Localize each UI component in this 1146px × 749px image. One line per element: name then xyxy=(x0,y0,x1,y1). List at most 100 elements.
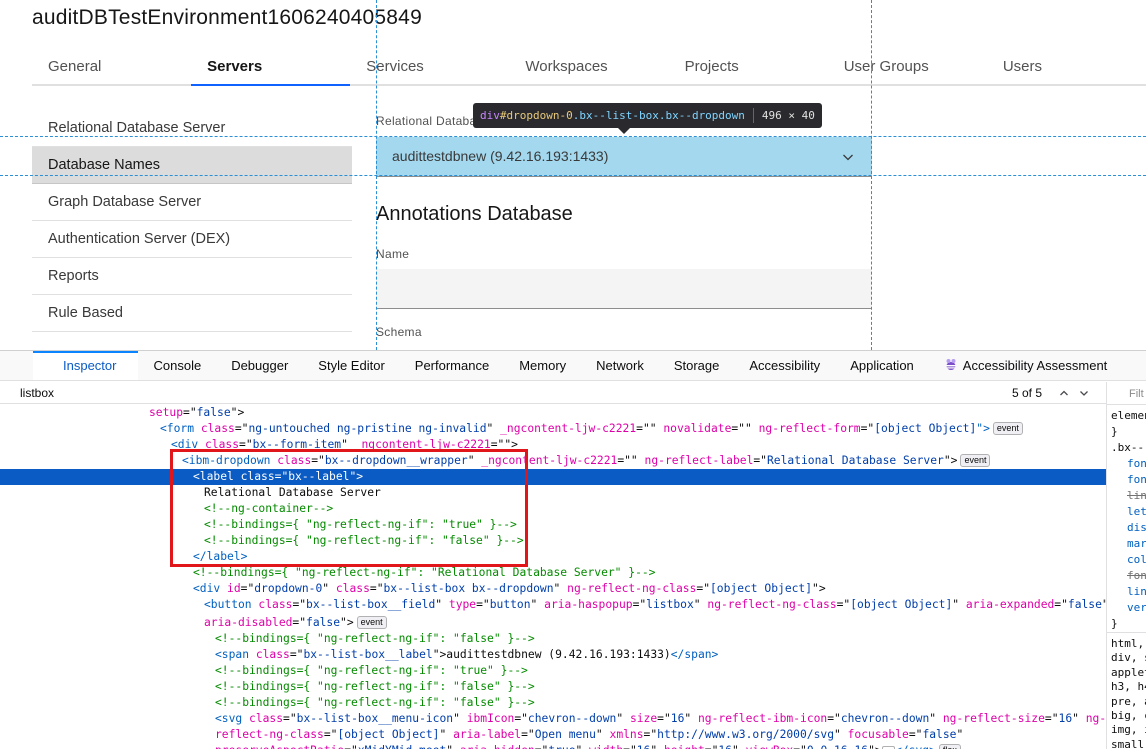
markup-token: ng-reflect-form xyxy=(758,422,861,435)
markup-token: setup xyxy=(149,406,184,419)
chevron-up-icon[interactable] xyxy=(1058,387,1070,399)
markup-line[interactable]: <div class="bx--form-item" _ngcontent-lj… xyxy=(0,437,1106,453)
sidenav-item-reports[interactable]: Reports xyxy=(32,258,352,295)
sidenav-item-graph-database-server[interactable]: Graph Database Server xyxy=(32,184,352,221)
markup-line[interactable]: reflect-ng-class="[object Object]" aria-… xyxy=(0,727,1106,743)
markup-line[interactable]: Relational Database Server xyxy=(0,485,1106,501)
css-rule-line: .bx-- xyxy=(1111,441,1145,454)
tab-servers[interactable]: Servers xyxy=(191,52,351,86)
flex-badge[interactable]: flex xyxy=(938,744,961,749)
markup-line[interactable]: <!--bindings={ "ng-reflect-ng-if": "fals… xyxy=(0,631,1106,647)
markup-token: " xyxy=(453,712,467,725)
markup-line[interactable]: <button class="bx--list-box__field" type… xyxy=(0,597,1106,613)
markup-token: =" xyxy=(292,616,307,629)
css-rule-line: fon xyxy=(1127,569,1146,582)
tooltip-id: #dropdown-0 xyxy=(499,109,573,122)
markup-token: reflect-ng-class xyxy=(215,728,324,741)
markup-line[interactable]: <svg class="bx--list-box__menu-icon" ibm… xyxy=(0,711,1106,727)
markup-token: dropdown-0 xyxy=(254,582,323,595)
sidenav-item-database-names[interactable]: Database Names xyxy=(32,147,352,184)
css-rule-line: elemen xyxy=(1111,409,1146,422)
rules-filter-divider xyxy=(1107,404,1146,405)
markup-token: =" xyxy=(323,728,338,741)
devtools-tab-performance[interactable]: Performance xyxy=(400,351,504,380)
devtools-tab-console[interactable]: Console xyxy=(138,351,216,380)
markup-token: bx--list-box__menu-icon xyxy=(296,712,454,725)
annotations-database-heading: Annotations Database xyxy=(376,203,573,225)
devtools-tab-accessibility-assessment[interactable]: Accessibility Assessment xyxy=(929,351,1123,380)
markup-token: " xyxy=(956,728,964,741)
devtools-tab-memory[interactable]: Memory xyxy=(504,351,581,380)
tab-workspaces[interactable]: Workspaces xyxy=(509,52,669,86)
markup-token: size xyxy=(629,712,658,725)
markup-line[interactable]: <!--bindings={ "ng-reflect-ng-if": "true… xyxy=(0,517,1106,533)
markup-line[interactable]: setup="false"> xyxy=(0,405,1106,421)
markup-token: ng-untouched ng-pristine ng-invalid xyxy=(248,422,487,435)
devtools-tab-accessibility[interactable]: Accessibility xyxy=(734,351,835,380)
devtools-tab-debugger[interactable]: Debugger xyxy=(216,351,303,380)
markup-token: <span xyxy=(215,648,250,661)
markup-line[interactable]: <!--bindings={ "ng-reflect-ng-if": "fals… xyxy=(0,679,1106,695)
markup-token: =" xyxy=(632,598,647,611)
devtools-tab-inspector[interactable]: Inspector xyxy=(33,351,139,380)
markup-token: [object Object] xyxy=(850,598,953,611)
markup-line[interactable]: aria-disabled="false"> event xyxy=(0,615,1106,631)
markup-line[interactable]: <div id="dropdown-0" class="bx--list-box… xyxy=(0,581,1106,597)
markup-token: =" xyxy=(836,598,851,611)
markup-token: =" xyxy=(696,582,710,595)
markup-token: " xyxy=(576,744,590,749)
sidenav-item-rule-based[interactable]: Rule Based xyxy=(32,295,352,332)
tab-projects[interactable]: Projects xyxy=(668,52,828,86)
name-input[interactable] xyxy=(376,269,872,309)
markup-line[interactable]: <form class="ng-untouched ng-pristine ng… xyxy=(0,421,1106,437)
markup-token: class xyxy=(335,582,370,595)
markup-token: chevron--down xyxy=(527,712,617,725)
event-badge[interactable]: event xyxy=(356,616,387,629)
tab-users[interactable]: Users xyxy=(986,52,1146,86)
markup-line[interactable]: <!--ng-container--> xyxy=(0,501,1106,517)
event-badge[interactable]: event xyxy=(960,454,991,467)
tab-general[interactable]: General xyxy=(32,52,192,86)
markup-token: </span> xyxy=(670,648,719,661)
tab-services[interactable]: Services xyxy=(350,52,510,86)
markup-token: "> xyxy=(340,616,354,629)
markup-token: =" xyxy=(643,728,658,741)
markup-token: <!--bindings={ "ng-reflect-ng-if": "fals… xyxy=(215,632,535,645)
markup-line[interactable]: <!--bindings={ "ng-reflect-ng-if": "true… xyxy=(0,663,1106,679)
sidenav-item-relational-database-server[interactable]: Relational Database Server xyxy=(32,110,352,147)
main-tabs: General Servers Services Workspaces Proj… xyxy=(32,52,1146,86)
markup-line[interactable]: <!--bindings={ "ng-reflect-ng-if": "Rela… xyxy=(0,565,1106,581)
markup-token: " xyxy=(486,422,501,435)
devtools-tab-application[interactable]: Application xyxy=(835,351,929,380)
markup-line[interactable]: <!--bindings={ "ng-reflect-ng-if": "fals… xyxy=(0,695,1106,711)
markup-token: " xyxy=(834,728,848,741)
markup-token: =" xyxy=(827,712,841,725)
event-badge[interactable]: event xyxy=(992,422,1023,435)
schema-label: Schema xyxy=(376,325,422,339)
devtools-tab-storage[interactable]: Storage xyxy=(659,351,735,380)
markup-line[interactable]: </label> xyxy=(0,549,1106,565)
markup-token: =" xyxy=(705,744,719,749)
markup-line[interactable]: <!--bindings={ "ng-reflect-ng-if": "fals… xyxy=(0,533,1106,549)
markup-line[interactable]: <ibm-dropdown class="bx--dropdown__wrapp… xyxy=(0,453,1106,469)
markup-search-input[interactable] xyxy=(20,384,920,402)
inspector-tooltip: div #dropdown-0 .bx--list-box.bx--dropdown… xyxy=(473,103,822,128)
rules-filter-placeholder[interactable]: Filt xyxy=(1129,386,1144,402)
markup-token: <!--bindings={ "ng-reflect-ng-if": "Rela… xyxy=(193,566,656,579)
tab-user-groups[interactable]: User Groups xyxy=(827,52,987,86)
relational-database-server-dropdown[interactable]: audittestdbnew (9.42.16.193:1433) xyxy=(376,137,872,177)
rules-sidebar: Filt elemen} .bx-- fon fon lin let dis mar col fo… xyxy=(1106,382,1146,749)
markup-token: xMidYMid meet xyxy=(358,744,446,749)
markup-line[interactable]: <span class="bx--list-box__label">auditt… xyxy=(0,647,1106,663)
markup-token: class xyxy=(200,422,235,435)
chevron-down-icon[interactable] xyxy=(1078,387,1090,399)
markup-token: " xyxy=(684,712,698,725)
markup-token: ibmIcon xyxy=(466,712,515,725)
dropdown-selected-value: audittestdbnew (9.42.16.193:1433) xyxy=(392,148,609,164)
devtools-tab-style-editor[interactable]: Style Editor xyxy=(303,351,399,380)
markup-line[interactable]: preserveAspectRatio="xMidYMid meet" aria… xyxy=(0,743,1106,749)
sidenav-item-authentication-server[interactable]: Authentication Server (DEX) xyxy=(32,221,352,258)
devtools-tab-network[interactable]: Network xyxy=(581,351,659,380)
markup-line-selected[interactable]: <label class="bx--label"> xyxy=(0,469,1106,485)
markup-token: focusable xyxy=(847,728,909,741)
